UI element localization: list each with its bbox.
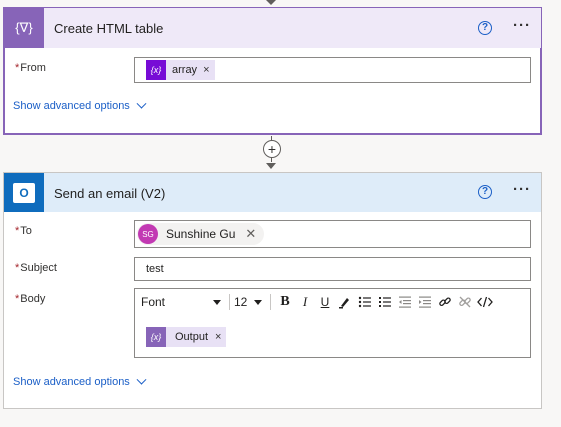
highlight-color-icon[interactable] bbox=[336, 293, 354, 311]
help-icon[interactable]: ? bbox=[478, 185, 492, 199]
card-header[interactable]: {∇} Create HTML table ? ··· bbox=[4, 8, 541, 48]
rich-text-toolbar: Font 12 B I U bbox=[141, 292, 526, 312]
token-label: array bbox=[172, 64, 198, 76]
card-title: Create HTML table bbox=[54, 21, 164, 36]
expression-icon: {x} bbox=[146, 327, 166, 347]
to-label: *To bbox=[15, 225, 32, 237]
subject-value: test bbox=[146, 263, 164, 275]
curly-variable-icon: {∇} bbox=[4, 8, 44, 48]
chevron-down-icon bbox=[136, 374, 147, 385]
decrease-indent-icon[interactable] bbox=[396, 293, 414, 311]
array-token[interactable]: {x} array × bbox=[146, 60, 215, 80]
remove-token-icon[interactable]: × bbox=[203, 64, 214, 76]
increase-indent-icon[interactable] bbox=[416, 293, 434, 311]
show-advanced-options-link[interactable]: Show advanced options bbox=[13, 98, 147, 112]
recipient-name: Sunshine Gu bbox=[166, 227, 236, 241]
italic-button[interactable]: I bbox=[296, 293, 314, 311]
to-input[interactable]: SG Sunshine Gu ✕ bbox=[134, 220, 531, 248]
output-token[interactable]: {x} Output × bbox=[146, 327, 227, 347]
connector-arrow bbox=[266, 163, 276, 169]
outlook-icon: O bbox=[4, 173, 44, 212]
remove-recipient-icon[interactable]: ✕ bbox=[245, 226, 264, 242]
numbered-list-icon[interactable] bbox=[376, 293, 394, 311]
font-family-select[interactable]: Font bbox=[141, 295, 227, 309]
unlink-icon[interactable] bbox=[456, 293, 474, 311]
font-size-select[interactable]: 12 bbox=[234, 295, 266, 309]
subject-input[interactable]: test bbox=[134, 257, 531, 281]
expression-icon: {x} bbox=[146, 60, 166, 80]
show-advanced-options-link[interactable]: Show advanced options bbox=[13, 374, 147, 388]
underline-button[interactable]: U bbox=[316, 293, 334, 311]
toolbar-divider bbox=[229, 294, 230, 310]
bold-button[interactable]: B bbox=[276, 293, 294, 311]
add-step-button[interactable]: + bbox=[263, 140, 281, 158]
toolbar-divider bbox=[270, 294, 271, 310]
avatar: SG bbox=[138, 224, 158, 244]
token-label: Output bbox=[175, 331, 209, 343]
chevron-down-icon bbox=[136, 98, 147, 109]
create-html-table-card[interactable]: {∇} Create HTML table ? ··· *From {x} ar… bbox=[3, 7, 542, 135]
code-view-icon[interactable] bbox=[476, 293, 494, 311]
body-label: *Body bbox=[15, 293, 46, 305]
more-options-icon[interactable]: ··· bbox=[513, 17, 531, 34]
help-icon[interactable]: ? bbox=[478, 21, 492, 35]
card-header[interactable]: O Send an email (V2) ? ··· bbox=[4, 173, 541, 212]
chevron-down-icon bbox=[213, 299, 221, 305]
top-connector-arrow bbox=[266, 0, 276, 5]
from-label: *From bbox=[15, 62, 46, 74]
send-email-card[interactable]: O Send an email (V2) ? ··· *To SG Sunshi… bbox=[3, 172, 542, 409]
remove-token-icon[interactable]: × bbox=[215, 331, 226, 343]
chevron-down-icon bbox=[254, 299, 262, 305]
body-editor[interactable]: Font 12 B I U {x} Output × bbox=[134, 288, 531, 358]
recipient-token[interactable]: SG Sunshine Gu ✕ bbox=[137, 223, 265, 245]
subject-label: *Subject bbox=[15, 262, 57, 274]
card-title: Send an email (V2) bbox=[54, 186, 166, 201]
link-icon[interactable] bbox=[436, 293, 454, 311]
more-options-icon[interactable]: ··· bbox=[513, 181, 531, 198]
bulleted-list-icon[interactable] bbox=[356, 293, 374, 311]
from-input[interactable]: {x} array × bbox=[134, 57, 531, 83]
